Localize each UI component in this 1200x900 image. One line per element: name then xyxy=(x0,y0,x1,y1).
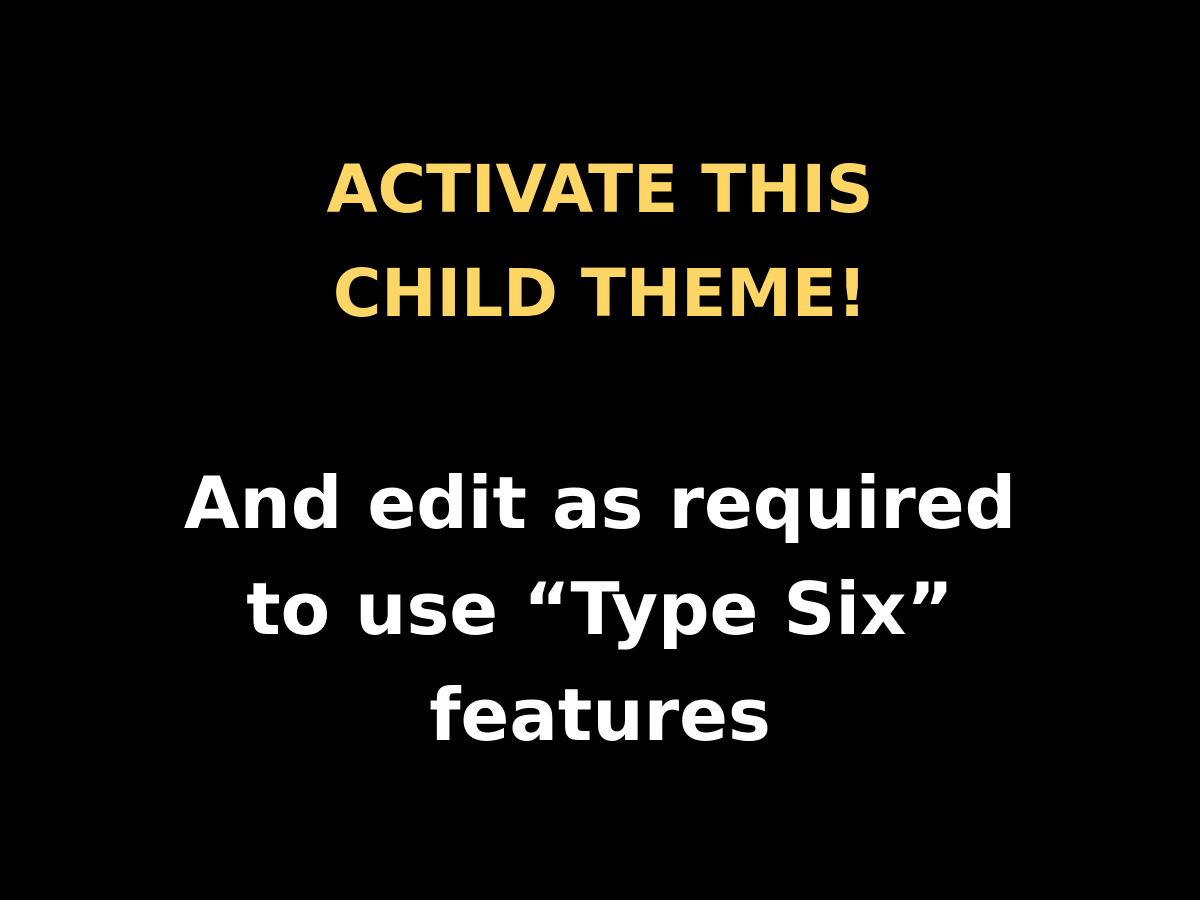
body-line-1: And edit as required xyxy=(183,461,1017,545)
slide: ACTIVATE THIS CHILD THEME! And edit as r… xyxy=(0,0,1200,900)
body-line-3: features xyxy=(429,673,771,757)
headline: ACTIVATE THIS CHILD THEME! xyxy=(0,138,1200,346)
body-line-2: to use “Type Six” xyxy=(246,567,954,651)
headline-line-1: ACTIVATE THIS xyxy=(326,151,874,228)
body-text: And edit as required to use “Type Six” f… xyxy=(0,450,1200,768)
headline-line-2: CHILD THEME! xyxy=(332,255,868,332)
